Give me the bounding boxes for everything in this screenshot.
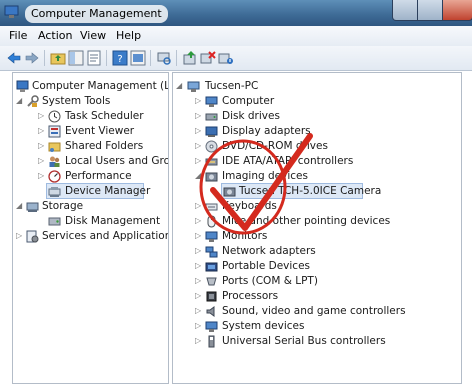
tree-item-label: Device Manager	[65, 185, 151, 197]
up-folder-icon[interactable]	[50, 50, 66, 66]
device-item-label: Tucsen-PC	[205, 80, 259, 92]
toolbar-separator	[176, 50, 177, 66]
tree-item-label: Storage	[42, 200, 84, 212]
back-arrow-icon[interactable]	[6, 50, 22, 66]
device-item-label: Computer	[222, 95, 275, 107]
device-item-label: Processors	[222, 290, 279, 302]
expand-arrow-icon[interactable]: ▷	[38, 112, 46, 120]
network-adapter-icon	[205, 246, 218, 258]
port-icon	[206, 277, 217, 286]
expand-arrow-icon[interactable]: ▷	[195, 97, 203, 105]
tree-item-label: Task Scheduler	[65, 110, 144, 122]
device-item-label: Network adapters	[222, 245, 316, 257]
toolbar-separator	[150, 50, 151, 66]
expand-arrow-icon[interactable]: ▷	[38, 127, 46, 135]
console-tree-icon[interactable]	[130, 50, 146, 66]
help-icon[interactable]: ?	[112, 50, 128, 66]
computer-management-icon	[16, 80, 29, 92]
device-item-label: Ports (COM & LPT)	[222, 275, 318, 287]
performance-icon	[48, 170, 61, 183]
uninstall-device-icon[interactable]	[200, 50, 216, 66]
update-driver-icon[interactable]	[182, 50, 198, 66]
scan-hardware-icon[interactable]	[156, 50, 172, 66]
computer-icon	[205, 96, 218, 107]
disk-drive-icon	[205, 113, 218, 121]
device-item-label: Portable Devices	[222, 260, 311, 272]
event-viewer-icon	[48, 125, 61, 138]
forward-arrow-icon[interactable]	[24, 50, 40, 66]
system-device-icon	[205, 321, 218, 332]
close-button[interactable]	[442, 0, 472, 21]
menu-view[interactable]: View	[80, 29, 106, 42]
portable-device-icon	[205, 262, 218, 272]
collapse-arrow-icon[interactable]: ◢	[16, 97, 24, 105]
computer-management-icon	[4, 5, 19, 18]
device-item-label: Universal Serial Bus controllers	[222, 335, 386, 347]
expand-arrow-icon[interactable]: ▷	[195, 322, 203, 330]
expand-arrow-icon[interactable]: ▷	[195, 337, 203, 345]
expand-arrow-icon[interactable]: ▷	[38, 172, 46, 180]
expand-arrow-icon[interactable]: ▷	[195, 277, 203, 285]
menu-help[interactable]: Help	[116, 29, 141, 42]
minimize-button[interactable]	[392, 0, 418, 21]
shared-folder-icon	[48, 142, 61, 152]
tree-item-label: Shared Folders	[65, 140, 144, 152]
title-bar: Computer Management	[0, 0, 472, 26]
device-item-label: Sound, video and game controllers	[222, 305, 406, 317]
window-controls	[392, 0, 472, 26]
tree-item-label: Services and Applications	[42, 230, 169, 242]
tree-item-label: Computer Management (Local	[32, 80, 168, 92]
maximize-button[interactable]	[417, 0, 443, 21]
tree-item-label: Performance	[65, 170, 132, 182]
expand-arrow-icon[interactable]: ▷	[195, 247, 203, 255]
tree-item-label: Disk Management	[65, 215, 161, 227]
menu-action[interactable]: Action	[38, 29, 72, 42]
expand-arrow-icon[interactable]: ▷	[16, 232, 24, 240]
usb-icon	[208, 335, 215, 348]
device-manager-icon	[48, 187, 61, 197]
expand-arrow-icon[interactable]: ▷	[38, 142, 46, 150]
expand-arrow-icon[interactable]: ▷	[195, 112, 203, 120]
processor-icon	[206, 291, 217, 302]
toolbar-separator	[106, 50, 107, 66]
expand-arrow-icon[interactable]: ▷	[195, 307, 203, 315]
device-item-label: Disk drives	[222, 110, 280, 122]
expand-arrow-icon[interactable]: ▷	[195, 292, 203, 300]
collapse-arrow-icon[interactable]: ◢	[16, 202, 24, 210]
collapse-arrow-icon[interactable]: ◢	[176, 82, 184, 90]
show-hide-tree-icon[interactable]	[68, 50, 84, 66]
checkmark-annotation-icon	[199, 133, 313, 235]
tree-item-label: System Tools	[42, 95, 111, 107]
clock-icon	[48, 110, 61, 123]
properties-icon[interactable]	[86, 50, 102, 66]
storage-icon	[26, 202, 39, 212]
menu-bar: File Action View Help	[0, 26, 472, 47]
users-icon	[49, 156, 60, 167]
expand-arrow-icon[interactable]: ▷	[38, 157, 46, 165]
toolbar-separator	[44, 50, 45, 66]
console-tree-pane[interactable]: Computer Management (Local ◢ System Tool…	[12, 72, 169, 384]
disk-management-icon	[48, 217, 61, 226]
tree-item-label: Local Users and Groups	[65, 155, 169, 167]
window-title: Computer Management	[25, 5, 168, 23]
speaker-icon	[206, 306, 215, 317]
services-icon	[26, 230, 39, 243]
tree-item-label: Event Viewer	[65, 125, 135, 137]
device-item-label: System devices	[222, 320, 305, 332]
pc-icon	[187, 81, 200, 92]
svg-text:?: ?	[117, 54, 122, 65]
expand-arrow-icon[interactable]: ▷	[195, 262, 203, 270]
disable-device-icon[interactable]	[218, 50, 234, 66]
menu-file[interactable]: File	[9, 29, 27, 42]
system-tools-icon	[27, 95, 39, 107]
toolbar: ?	[0, 46, 472, 71]
